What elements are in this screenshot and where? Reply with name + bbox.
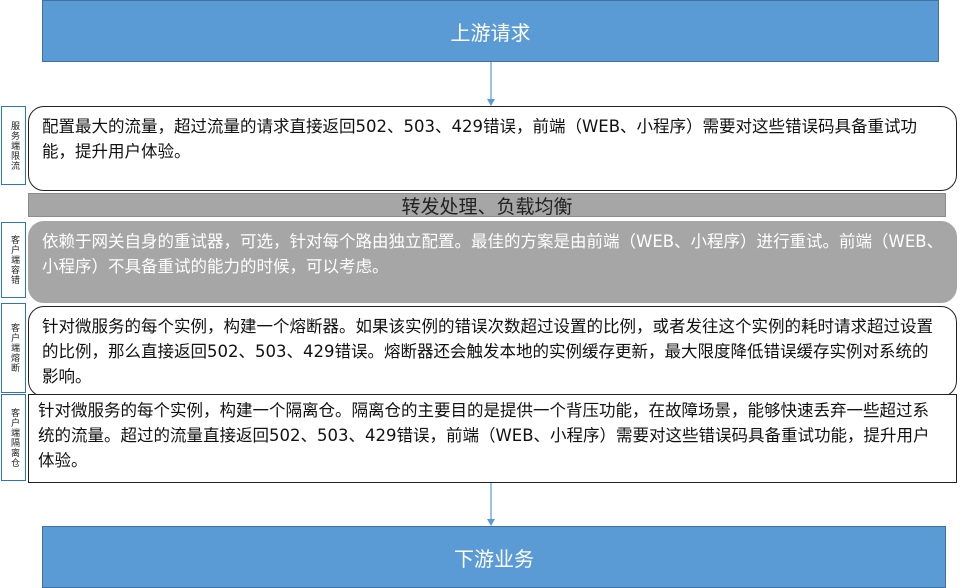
side-label-rate-limit: 服务端限流 [1, 106, 26, 185]
rate-limit-box: 配置最大的流量，超过流量的请求直接返回502、503、429错误，前端（WEB、… [28, 106, 957, 191]
rate-limit-text: 配置最大的流量，超过流量的请求直接返回502、503、429错误，前端（WEB、… [42, 117, 918, 161]
downstream-service-box: 下游业务 [42, 526, 946, 588]
upstream-request-box: 上游请求 [42, 0, 939, 62]
forwarding-label: 转发处理、负载均衡 [401, 195, 573, 218]
upstream-request-label: 上游请求 [450, 20, 531, 45]
bulkhead-text: 针对微服务的每个实例，构建一个隔离仓。隔离仓的主要目的是提供一个背压功能，在故障… [38, 401, 930, 470]
bulkhead-box: 针对微服务的每个实例，构建一个隔离仓。隔离仓的主要目的是提供一个背压功能，在故障… [28, 394, 957, 483]
circuit-breaker-text: 针对微服务的每个实例，构建一个熔断器。如果该实例的错误次数超过设置的比例，或者发… [42, 317, 933, 386]
forwarding-band: 转发处理、负载均衡 [28, 193, 946, 218]
side-label-circuit-breaker: 客户端熔断 [1, 303, 26, 393]
circuit-breaker-box: 针对微服务的每个实例，构建一个熔断器。如果该实例的错误次数超过设置的比例，或者发… [28, 306, 957, 397]
side-label-bulkhead: 客户端隔离仓 [1, 394, 26, 481]
downstream-service-label: 下游业务 [454, 546, 534, 571]
fault-tolerance-text: 依赖于网关自身的重试器，可选，针对每个路由独立配置。最佳的方案是由前端（WEB、… [42, 232, 944, 276]
side-label-fault-tolerance: 客户端容错 [1, 222, 26, 298]
fault-tolerance-box: 依赖于网关自身的重试器，可选，针对每个路由独立配置。最佳的方案是由前端（WEB、… [28, 221, 957, 303]
